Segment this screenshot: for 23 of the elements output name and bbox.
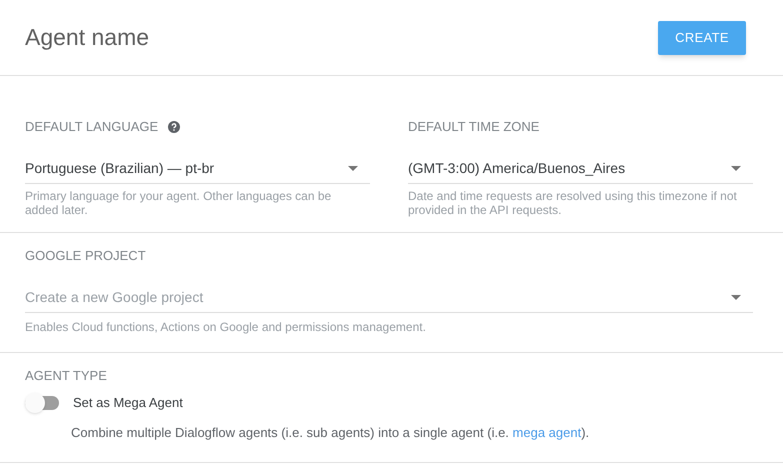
selected-value: Portuguese (Brazilian) — pt-br xyxy=(25,159,214,178)
agent-type-label: AGENT TYPE xyxy=(25,369,108,383)
language-dropdown[interactable]: Portuguese (Brazilian) — pt-br xyxy=(25,154,370,184)
placeholder-text: Create a new Google project xyxy=(25,288,204,307)
mega-agent-label: Set as Mega Agent xyxy=(73,394,183,412)
time-zone-hint: Date and time requests are resolved using this timezone if not provided in the API requests. xyxy=(408,189,738,217)
selected-value: (GMT-3:00) America/Buenos_Aires xyxy=(408,159,626,178)
dropdown-caret-icon xyxy=(731,166,741,171)
time-zone-dropdown[interactable]: (GMT-3:00) America/Buenos_Aires xyxy=(408,154,753,184)
dropdown-caret-icon xyxy=(348,166,358,171)
language-label: DEFAULT LANGUAGE xyxy=(25,118,158,136)
mega-agent-toggle[interactable] xyxy=(25,393,61,413)
google-project-hint: Enables Cloud functions, Actions on Google and permissions management. xyxy=(25,319,427,336)
agent-type-description: Combine multiple Dialogflow agents (i.e. sub agents) into a single agent (i.e. mega agent). xyxy=(71,424,590,442)
google-project-dropdown[interactable]: Create a new Google project xyxy=(25,283,753,313)
google-project-label: GOOGLE PROJECT xyxy=(25,249,147,263)
language-hint: Primary language for your agent. Other languages can be added later. xyxy=(25,189,332,217)
create-button[interactable]: CREATE xyxy=(658,20,746,54)
agent-name-title: Agent name xyxy=(25,23,150,52)
time-zone-label: DEFAULT TIME ZONE xyxy=(408,118,540,136)
help-icon[interactable] xyxy=(168,121,180,133)
mega-agent-link[interactable]: mega agent xyxy=(512,425,582,440)
dropdown-caret-icon xyxy=(731,295,741,300)
